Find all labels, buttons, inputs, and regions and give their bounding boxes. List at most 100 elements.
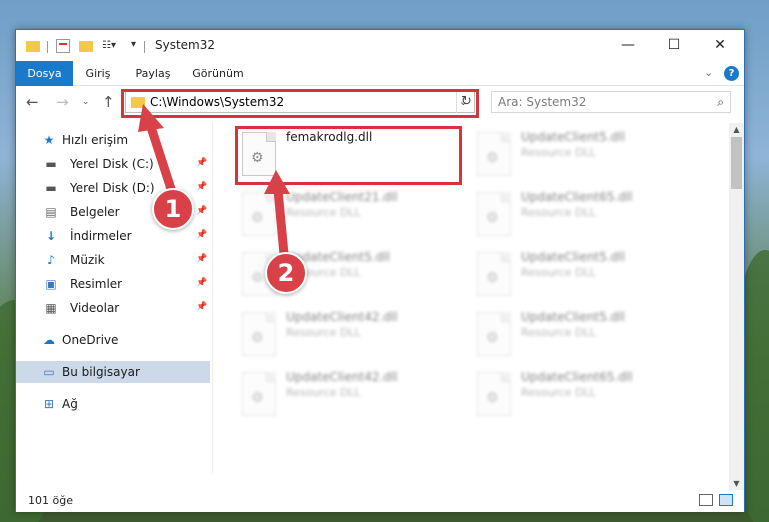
sidebar-item-label: Müzik bbox=[70, 253, 105, 267]
file-type: Resource DLL bbox=[521, 266, 596, 279]
large-icons-view-icon[interactable] bbox=[719, 494, 733, 506]
window-title: System32 bbox=[155, 38, 216, 52]
dll-file-icon: ⚙ bbox=[477, 312, 511, 356]
sidebar-item-pictures[interactable]: ▣ Resimler 📌 bbox=[16, 273, 210, 295]
title-bar: ☷▾ ▾ System32 — ☐ ✕ bbox=[16, 30, 744, 61]
tab-paylas[interactable]: Paylaş bbox=[131, 61, 175, 86]
dll-file-icon: ⚙ bbox=[477, 192, 511, 236]
drive-icon: ▬ bbox=[45, 157, 57, 171]
sidebar-item-network[interactable]: ⊞ Ağ bbox=[16, 393, 210, 415]
sidebar-item-label: İndirmeler bbox=[70, 229, 132, 243]
computer-icon: ▭ bbox=[43, 365, 55, 379]
file-name: UpdateClient65.dll bbox=[521, 190, 633, 204]
file-item[interactable]: ⚙ UpdateClient5.dll Resource DLL bbox=[473, 308, 693, 364]
sidebar-item-label: Videolar bbox=[70, 301, 120, 315]
dll-file-icon: ⚙ bbox=[477, 252, 511, 296]
search-placeholder: Ara: System32 bbox=[498, 95, 587, 109]
pane-divider[interactable] bbox=[212, 123, 213, 473]
document-icon: ▤ bbox=[45, 205, 57, 219]
sidebar-item-local-disk-c[interactable]: ▬ Yerel Disk (C:) 📌 bbox=[16, 153, 210, 175]
pin-icon[interactable]: 📌 bbox=[196, 230, 207, 240]
gear-icon: ⚙ bbox=[486, 270, 499, 286]
forward-arrow-icon[interactable]: → bbox=[56, 93, 69, 111]
sidebar-item-label: Yerel Disk (D:) bbox=[70, 181, 155, 195]
sidebar-item-label: Belgeler bbox=[70, 205, 120, 219]
back-arrow-icon[interactable]: ← bbox=[26, 93, 39, 111]
file-item[interactable]: ⚙ UpdateClient21.dll Resource DLL bbox=[238, 188, 458, 244]
file-item[interactable]: ⚙ UpdateClient65.dll Resource DLL bbox=[473, 368, 693, 424]
star-icon: ★ bbox=[43, 133, 55, 147]
view-options-icon[interactable]: ☷▾ bbox=[102, 40, 116, 56]
details-view-icon[interactable] bbox=[699, 494, 713, 506]
file-item[interactable]: ⚙ UpdateClient42.dll Resource DLL bbox=[238, 368, 458, 424]
properties-icon[interactable] bbox=[56, 39, 70, 53]
network-icon: ⊞ bbox=[43, 397, 55, 411]
file-type: Resource DLL bbox=[521, 326, 596, 339]
close-button[interactable]: ✕ bbox=[706, 35, 734, 55]
file-item[interactable]: ⚙ UpdateClient5.dll Resource DLL bbox=[473, 248, 693, 304]
address-highlight-box bbox=[121, 89, 479, 118]
pin-icon[interactable]: 📌 bbox=[196, 182, 207, 192]
file-type: Resource DLL bbox=[286, 386, 361, 399]
minimize-button[interactable]: — bbox=[614, 35, 642, 55]
dll-file-icon: ⚙ bbox=[477, 372, 511, 416]
ribbon-tabs: Dosya Giriş Paylaş Görünüm ⌄ ? bbox=[16, 61, 744, 86]
status-bar: 101 öğe bbox=[16, 490, 744, 512]
sidebar-item-onedrive[interactable]: ☁ OneDrive bbox=[16, 329, 210, 351]
search-input[interactable]: Ara: System32 ⌕ bbox=[491, 91, 731, 113]
file-name: UpdateClient65.dll bbox=[521, 370, 633, 384]
recent-locations-icon[interactable]: ⌄ bbox=[82, 97, 90, 107]
file-name: UpdateClient21.dll bbox=[286, 190, 398, 204]
maximize-button[interactable]: ☐ bbox=[660, 35, 688, 55]
tab-gorunum[interactable]: Görünüm bbox=[189, 61, 247, 86]
pin-icon[interactable]: 📌 bbox=[196, 206, 207, 216]
up-arrow-icon[interactable]: ↑ bbox=[102, 93, 115, 111]
sidebar-item-music[interactable]: ♪ Müzik 📌 bbox=[16, 249, 210, 271]
file-name: UpdateClient5.dll bbox=[521, 310, 625, 324]
pin-icon[interactable]: 📌 bbox=[196, 302, 207, 312]
sidebar-item-label: Resimler bbox=[70, 277, 123, 291]
scroll-down-icon[interactable]: ▼ bbox=[729, 477, 744, 491]
file-item[interactable]: ⚙ UpdateClient65.dll Resource DLL bbox=[473, 188, 693, 244]
file-type: Resource DLL bbox=[521, 386, 596, 399]
sidebar-item-videos[interactable]: ▦ Videolar 📌 bbox=[16, 297, 210, 319]
separator bbox=[47, 41, 48, 53]
sidebar-item-this-pc[interactable]: ▭ Bu bilgisayar bbox=[16, 361, 210, 383]
pin-icon[interactable]: 📌 bbox=[196, 254, 207, 264]
file-name: UpdateClient42.dll bbox=[286, 310, 398, 324]
drive-icon: ▬ bbox=[45, 181, 57, 195]
sidebar-item-label: OneDrive bbox=[62, 333, 119, 347]
help-icon[interactable]: ? bbox=[724, 66, 739, 81]
sidebar-item-label: Hızlı erişim bbox=[62, 133, 129, 147]
gear-icon: ⚙ bbox=[251, 330, 264, 346]
gear-icon: ⚙ bbox=[486, 210, 499, 226]
scrollbar-thumb[interactable] bbox=[731, 137, 742, 189]
customize-toolbar-icon[interactable]: ▾ bbox=[131, 39, 136, 55]
pin-icon[interactable]: 📌 bbox=[196, 278, 207, 288]
search-icon[interactable]: ⌕ bbox=[717, 95, 724, 110]
pin-icon[interactable]: 📌 bbox=[196, 158, 207, 168]
file-item[interactable]: ⚙ UpdateClient5.dll Resource DLL bbox=[473, 128, 693, 184]
file-name: UpdateClient5.dll bbox=[521, 250, 625, 264]
tab-giris[interactable]: Giriş bbox=[79, 61, 117, 86]
video-icon: ▦ bbox=[45, 301, 57, 315]
file-type: Resource DLL bbox=[521, 146, 596, 159]
gear-icon: ⚙ bbox=[486, 330, 499, 346]
sidebar-item-label: Bu bilgisayar bbox=[62, 365, 140, 379]
tab-dosya[interactable]: Dosya bbox=[16, 61, 73, 86]
annotation-badge-2: 2 bbox=[265, 252, 307, 294]
gear-icon: ⚙ bbox=[486, 150, 499, 166]
vertical-scrollbar[interactable]: ▲ ▼ bbox=[729, 123, 744, 491]
chevron-down-icon[interactable]: ⌄ bbox=[704, 66, 713, 79]
file-item[interactable]: ⚙ UpdateClient42.dll Resource DLL bbox=[238, 308, 458, 364]
cloud-icon: ☁ bbox=[43, 333, 55, 347]
scroll-up-icon[interactable]: ▲ bbox=[729, 123, 744, 137]
gear-icon: ⚙ bbox=[486, 390, 499, 406]
download-icon: ↓ bbox=[45, 229, 57, 243]
folder-icon bbox=[26, 41, 40, 52]
file-name: UpdateClient5.dll bbox=[521, 130, 625, 144]
new-folder-icon[interactable] bbox=[79, 41, 93, 52]
sidebar-item-quick-access[interactable]: ★ Hızlı erişim bbox=[16, 129, 210, 151]
gear-icon: ⚙ bbox=[251, 210, 264, 226]
image-icon: ▣ bbox=[45, 277, 57, 291]
